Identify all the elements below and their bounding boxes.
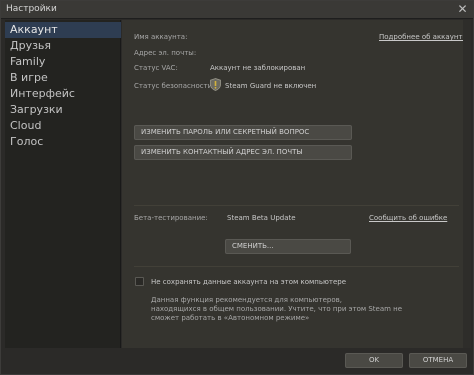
section-divider [134,266,459,267]
close-icon[interactable]: ✕ [456,3,469,16]
beta-label: Бета-тестирование: [134,214,208,222]
account-panel: Имя аккаунта: Подробнее об аккаунте Адре… [122,20,471,348]
remember-note-line-3: сможет работать в «Автономном режиме» [151,314,310,322]
sidebar-item-downloads[interactable]: Загрузки [5,102,121,118]
security-status-label: Статус безопасности: [134,82,215,90]
change-email-button[interactable]: ИЗМЕНИТЬ КОНТАКТНЫЙ АДРЕС ЭЛ. ПОЧТЫ [134,145,352,160]
section-divider [134,205,459,206]
dialog-footer: OK ОТМЕНА [1,348,473,374]
scrollbar[interactable] [463,20,471,348]
sidebar-item-cloud[interactable]: Cloud [5,118,121,134]
sidebar-item-in-game[interactable]: В игре [5,70,121,86]
remember-note-line-1: Данная функция рекомендуется для компьют… [151,296,342,304]
account-details-link[interactable]: Подробнее об аккаунте [379,33,467,41]
sidebar-item-friends[interactable]: Друзья [5,38,121,54]
steam-guard-shield-icon [210,78,221,91]
vac-status-label: Статус VAC: [134,64,178,72]
change-password-button[interactable]: ИЗМЕНИТЬ ПАРОЛЬ ИЛИ СЕКРЕТНЫЙ ВОПРОС [134,125,352,140]
vac-status-value: Аккаунт не заблокирован [210,64,306,72]
sidebar-item-voice[interactable]: Голос [5,134,121,150]
cancel-button[interactable]: ОТМЕНА [409,353,467,368]
ok-button[interactable]: OK [345,353,403,368]
report-bug-link[interactable]: Сообщить об ошибке [369,214,447,222]
settings-window: Настройки ✕ Аккаунт Друзья Family В игре… [0,0,474,375]
sidebar-item-account[interactable]: Аккаунт [5,22,121,38]
sidebar: Аккаунт Друзья Family В игре Интерфейс З… [5,20,121,348]
email-label: Адрес эл. почты: [134,49,197,57]
window-title: Настройки [6,4,57,14]
account-name-label: Имя аккаунта: [134,33,188,41]
sidebar-item-family[interactable]: Family [5,54,121,70]
remember-checkbox[interactable] [135,277,144,286]
title-bar[interactable]: Настройки ✕ [1,1,473,19]
beta-value: Steam Beta Update [227,214,296,222]
remember-note-line-2: находящихся в общем пользовании. Учтите,… [151,305,403,313]
change-beta-button[interactable]: СМЕНИТЬ... [225,239,351,254]
sidebar-item-interface[interactable]: Интерфейс [5,86,121,102]
security-status-value: Steam Guard не включен [225,82,317,90]
remember-checkbox-label[interactable]: Не сохранять данные аккаунта на этом ком… [151,278,346,286]
